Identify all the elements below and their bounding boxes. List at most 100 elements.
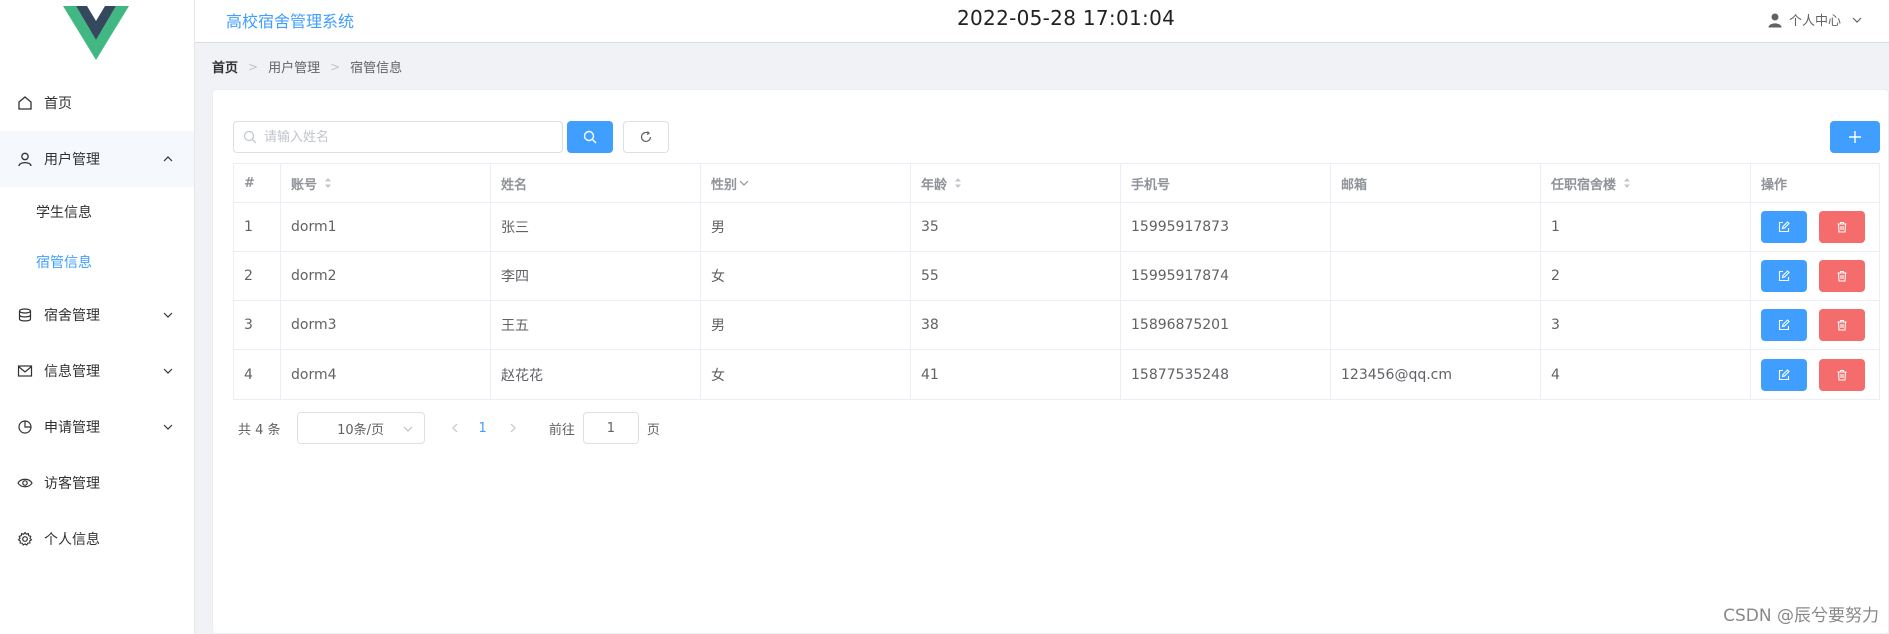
chevron-down-icon xyxy=(163,312,173,318)
page-number-current[interactable]: 1 xyxy=(479,421,487,436)
cell-phone: 15995917873 xyxy=(1121,203,1331,251)
sidebar-item-home[interactable]: 首页 xyxy=(0,75,194,131)
sort-icon[interactable] xyxy=(323,176,333,190)
column-header-gender[interactable]: 性别 xyxy=(701,164,911,202)
user-center-dropdown[interactable]: 个人中心 xyxy=(1767,10,1863,29)
cell-gender: 女 xyxy=(701,350,911,399)
sort-icon[interactable] xyxy=(1622,176,1632,190)
cell-building: 3 xyxy=(1541,301,1751,349)
column-header-phone: 手机号 xyxy=(1121,164,1331,202)
cell-gender: 男 xyxy=(701,301,911,349)
column-header-account[interactable]: 账号 xyxy=(281,164,491,202)
trash-icon xyxy=(1837,270,1847,282)
cell-name: 王五 xyxy=(491,301,701,349)
page-jump-input[interactable] xyxy=(582,412,639,444)
sidebar-item-user-management[interactable]: 用户管理 xyxy=(0,131,194,187)
cell-account: dorm4 xyxy=(281,350,491,399)
add-button[interactable] xyxy=(1830,121,1880,153)
chevron-right-icon xyxy=(510,423,516,433)
breadcrumb-current: 宿管信息 xyxy=(350,61,403,76)
search-input[interactable] xyxy=(233,121,563,153)
sidebar-item-info-management[interactable]: 信息管理 xyxy=(0,343,194,399)
table-row: 1 dorm1 张三 男 35 15995917873 1 xyxy=(234,203,1879,252)
refresh-button[interactable] xyxy=(623,121,669,153)
cell-name: 张三 xyxy=(491,203,701,251)
sidebar-item-label: 首页 xyxy=(44,96,72,112)
column-header-age[interactable]: 年龄 xyxy=(911,164,1121,202)
table-header-row: # 账号 姓名 性别 年龄 手机号 邮箱 任职宿舍楼 操作 xyxy=(234,164,1879,203)
sidebar-item-visitor-management[interactable]: 访客管理 xyxy=(0,455,194,511)
sidebar-item-application-management[interactable]: 申请管理 xyxy=(0,399,194,455)
edit-icon xyxy=(1778,270,1790,282)
goto-label: 前往 xyxy=(548,422,575,438)
refresh-icon xyxy=(640,131,652,143)
next-page-button[interactable] xyxy=(501,416,525,440)
pie-chart-icon xyxy=(16,418,34,436)
prev-page-button[interactable] xyxy=(443,416,467,440)
edit-button[interactable] xyxy=(1761,260,1807,292)
sidebar-subitem-student-info[interactable]: 学生信息 xyxy=(0,187,194,237)
column-header-actions: 操作 xyxy=(1751,164,1879,202)
cell-phone: 15877535248 xyxy=(1121,350,1331,399)
cell-phone: 15896875201 xyxy=(1121,301,1331,349)
edit-icon xyxy=(1778,221,1790,233)
breadcrumb-separator-icon: > xyxy=(248,59,259,74)
edit-icon xyxy=(1778,368,1790,380)
column-header-label: 性别 xyxy=(711,177,738,193)
column-header-building[interactable]: 任职宿舍楼 xyxy=(1541,164,1751,202)
column-header-index: # xyxy=(234,164,281,202)
column-header-label: 手机号 xyxy=(1131,177,1171,193)
cell-actions xyxy=(1751,203,1879,251)
user-icon xyxy=(1768,13,1782,27)
delete-button[interactable] xyxy=(1819,309,1865,341)
cell-index: 2 xyxy=(234,252,281,300)
chevron-down-icon xyxy=(403,426,412,432)
column-header-label: # xyxy=(244,175,255,191)
delete-button[interactable] xyxy=(1819,211,1865,243)
user-center-label: 个人中心 xyxy=(1788,14,1841,29)
delete-button[interactable] xyxy=(1819,358,1865,391)
search-button[interactable] xyxy=(567,121,613,153)
app: 首页 用户管理 学生信息 宿管信息 宿舍管理 信息管理 申请管理 访客管理 个人… xyxy=(0,0,1889,634)
page-size-select[interactable]: 10条/页 xyxy=(296,412,425,444)
chevron-down-icon xyxy=(163,424,173,430)
edit-button[interactable] xyxy=(1761,358,1807,391)
cell-actions xyxy=(1751,252,1879,300)
gear-icon xyxy=(16,530,34,548)
filter-chevron-icon[interactable] xyxy=(739,178,749,188)
cell-age: 41 xyxy=(911,350,1121,399)
sidebar-item-label: 申请管理 xyxy=(44,420,100,436)
breadcrumb-user-management: 用户管理 xyxy=(268,61,321,76)
delete-button[interactable] xyxy=(1819,260,1865,292)
cell-age: 35 xyxy=(911,203,1121,251)
vue-logo-icon xyxy=(63,6,129,60)
page-size-value: 10条/页 xyxy=(337,422,385,438)
top-header: 高校宿舍管理系统 2022-05-28 17:01:04 个人中心 xyxy=(195,0,1889,43)
sidebar-item-dorm-management[interactable]: 宿舍管理 xyxy=(0,287,194,343)
cell-email xyxy=(1331,301,1541,349)
sidebar-subitem-dorm-manager-info[interactable]: 宿管信息 xyxy=(0,237,194,287)
column-header-label: 任职宿舍楼 xyxy=(1551,177,1617,193)
sidebar-item-label: 宿舍管理 xyxy=(44,308,100,324)
message-icon xyxy=(16,362,34,380)
edit-button[interactable] xyxy=(1761,211,1807,243)
dorm-manager-table: # 账号 姓名 性别 年龄 手机号 邮箱 任职宿舍楼 操作 1 dorm1 张三… xyxy=(233,163,1880,400)
search-icon xyxy=(243,130,257,144)
sidebar-item-personal-info[interactable]: 个人信息 xyxy=(0,511,194,567)
trash-icon xyxy=(1837,369,1847,381)
cell-account: dorm3 xyxy=(281,301,491,349)
cell-name: 李四 xyxy=(491,252,701,300)
edit-button[interactable] xyxy=(1761,309,1807,341)
app-title: 高校宿舍管理系统 xyxy=(226,12,355,31)
trash-icon xyxy=(1837,319,1847,331)
cell-phone: 15995917874 xyxy=(1121,252,1331,300)
breadcrumb-home[interactable]: 首页 xyxy=(212,57,238,76)
sort-icon[interactable] xyxy=(953,176,963,190)
content-card: # 账号 姓名 性别 年龄 手机号 邮箱 任职宿舍楼 操作 1 dorm1 张三… xyxy=(212,89,1889,634)
sidebar: 首页 用户管理 学生信息 宿管信息 宿舍管理 信息管理 申请管理 访客管理 个人… xyxy=(0,0,195,634)
pagination-total: 共 4 条 xyxy=(238,422,281,438)
table-row: 3 dorm3 王五 男 38 15896875201 3 xyxy=(234,301,1879,350)
sidebar-item-label: 用户管理 xyxy=(44,152,100,168)
cell-age: 55 xyxy=(911,252,1121,300)
cell-index: 4 xyxy=(234,350,281,399)
